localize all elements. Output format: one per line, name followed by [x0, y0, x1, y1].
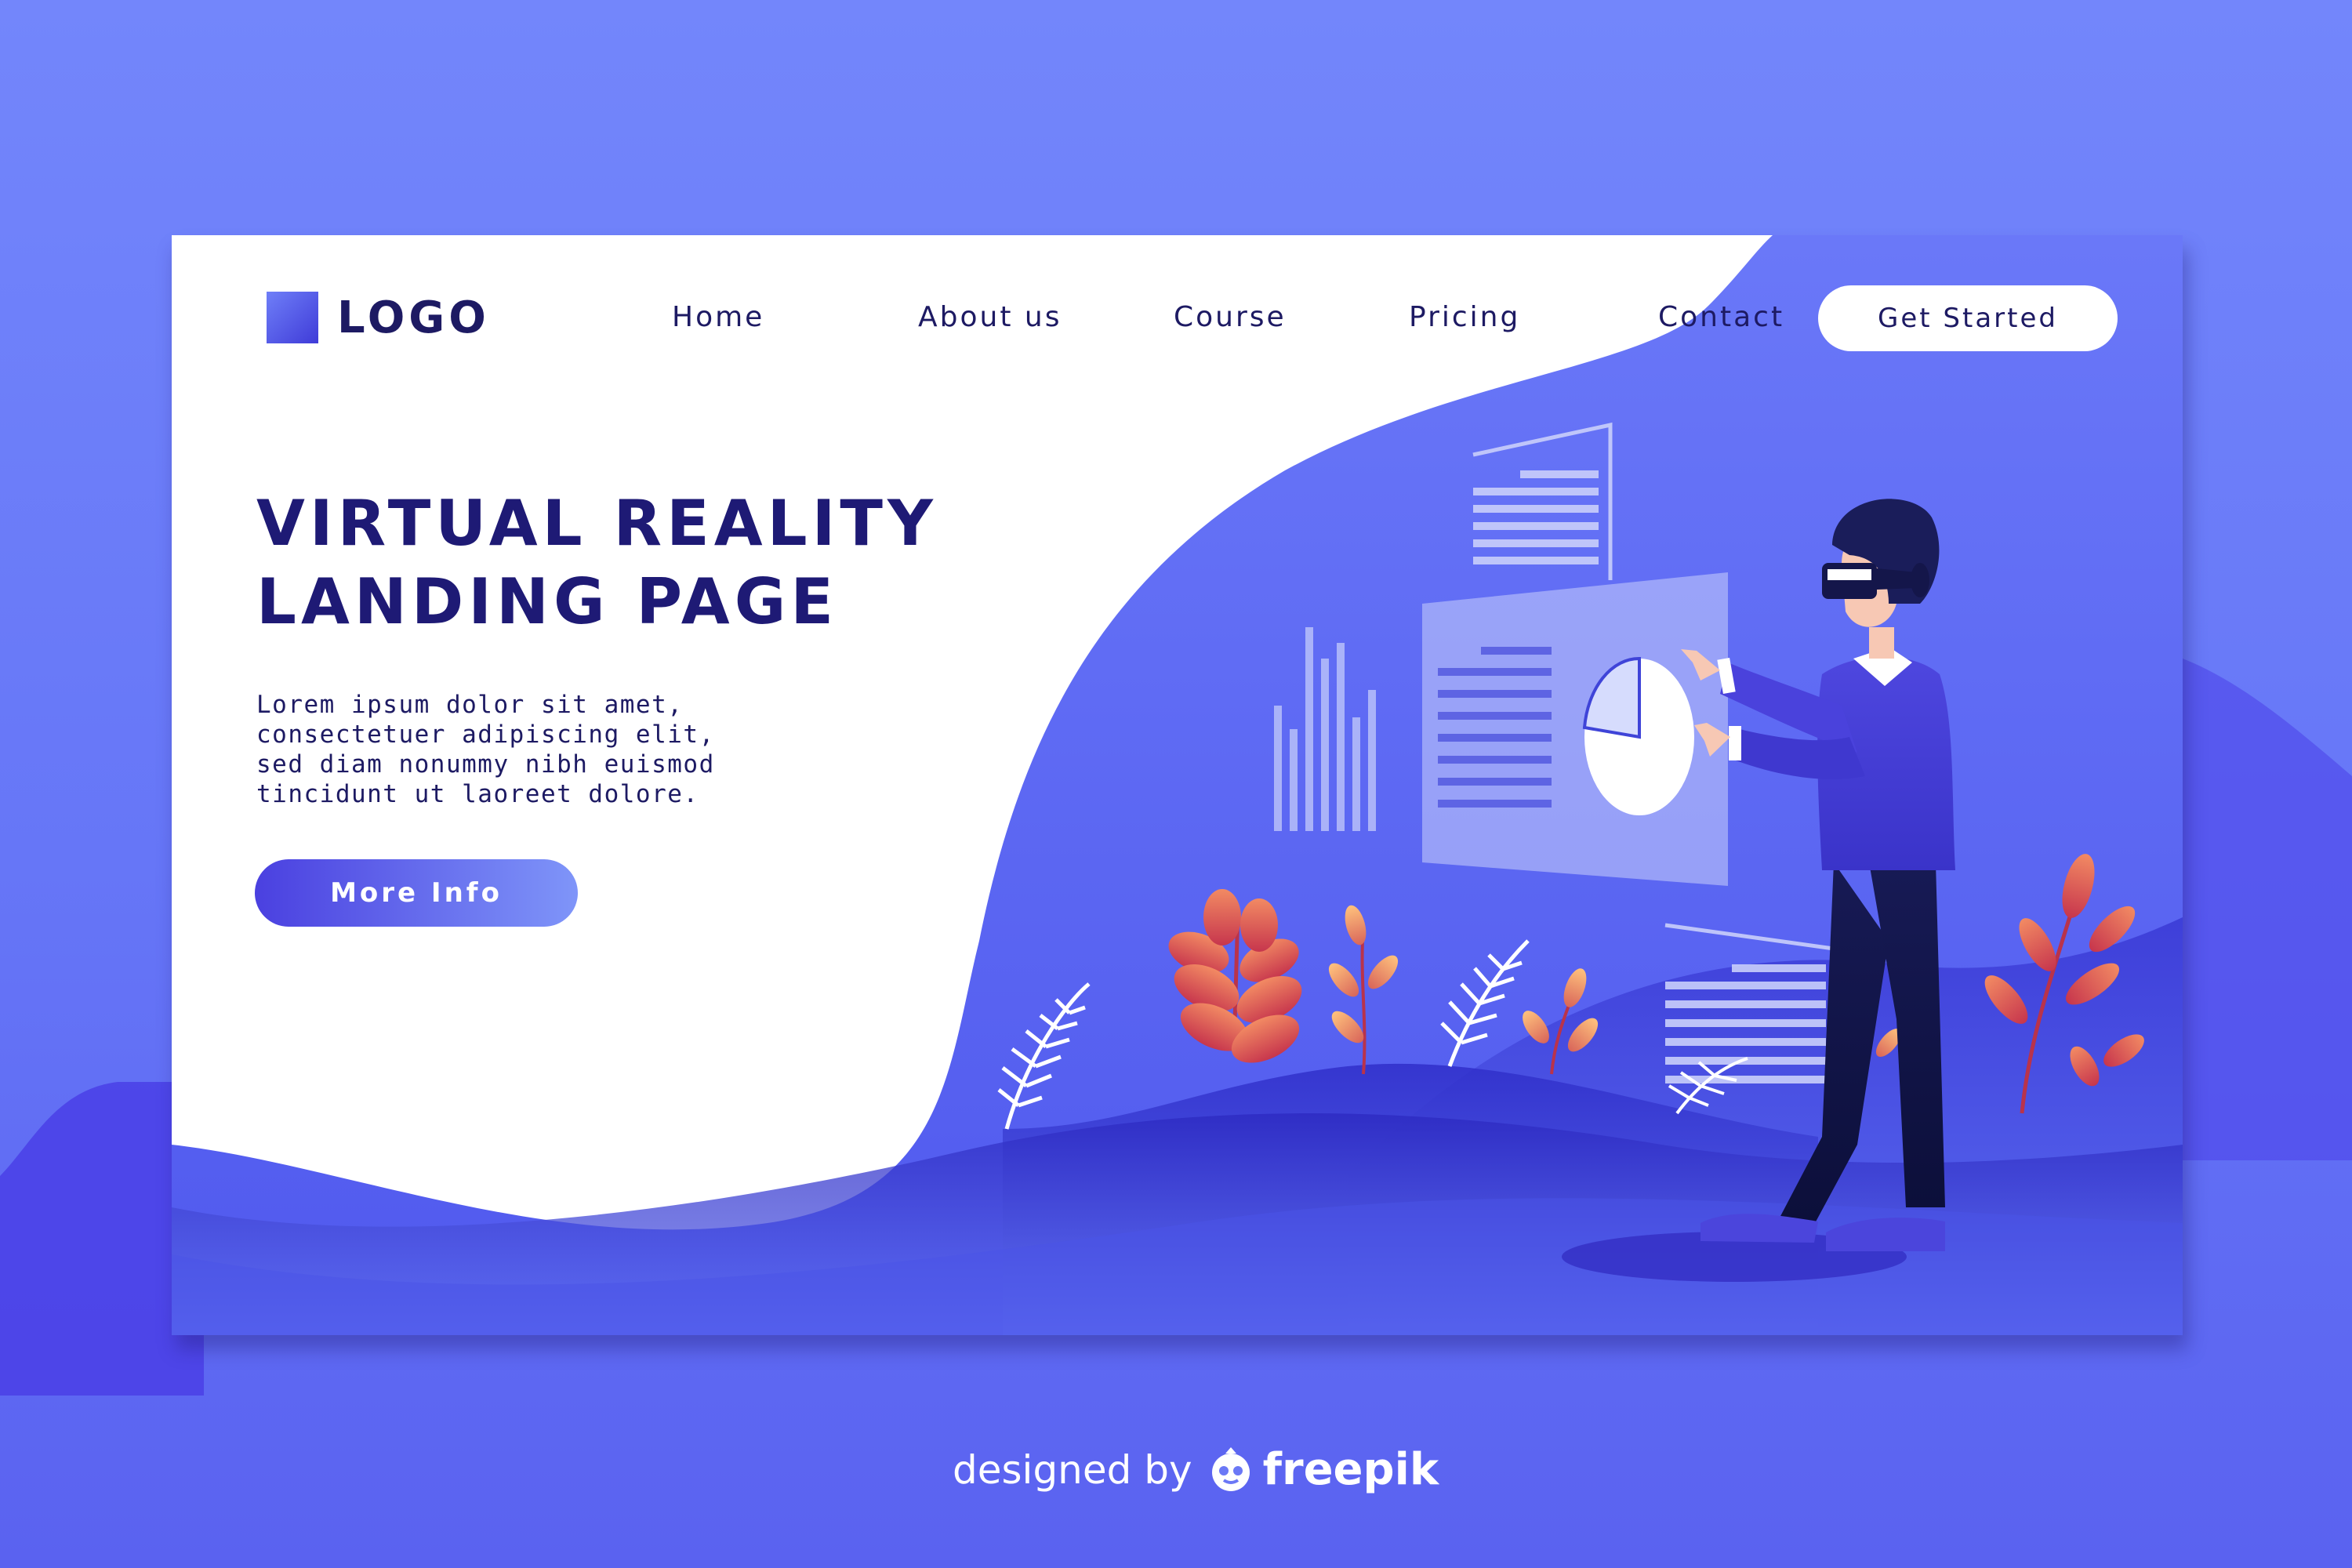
credit-brand: freepik [1262, 1444, 1439, 1495]
freepik-mascot-icon [1211, 1446, 1250, 1491]
hero-title-line2: LANDING PAGE [256, 565, 838, 638]
nav-link-contact[interactable]: Contact [1658, 301, 1784, 333]
nav-link-about-us[interactable]: About us [918, 301, 1062, 333]
logo[interactable]: LOGO [267, 292, 490, 343]
get-started-button[interactable]: Get Started [1818, 285, 2118, 351]
nav-link-course[interactable]: Course [1174, 301, 1287, 333]
credit-prefix: designed by [953, 1446, 1192, 1493]
nav-link-pricing[interactable]: Pricing [1409, 301, 1520, 333]
logo-text: LOGO [337, 292, 490, 343]
landing-page-card: LOGO Home About us Course Pricing Contac… [172, 235, 2183, 1335]
more-info-button[interactable]: More Info [255, 859, 578, 927]
hero-title-line1: VIRTUAL REALITY [256, 487, 938, 560]
nav-link-home[interactable]: Home [672, 301, 764, 333]
designer-credit[interactable]: designed by freepik [953, 1444, 1439, 1495]
hero-title: VIRTUAL REALITY LANDING PAGE [256, 485, 938, 641]
logo-square-icon [267, 292, 318, 343]
hero-description: Lorem ipsum dolor sit amet, consectetuer… [256, 691, 715, 808]
